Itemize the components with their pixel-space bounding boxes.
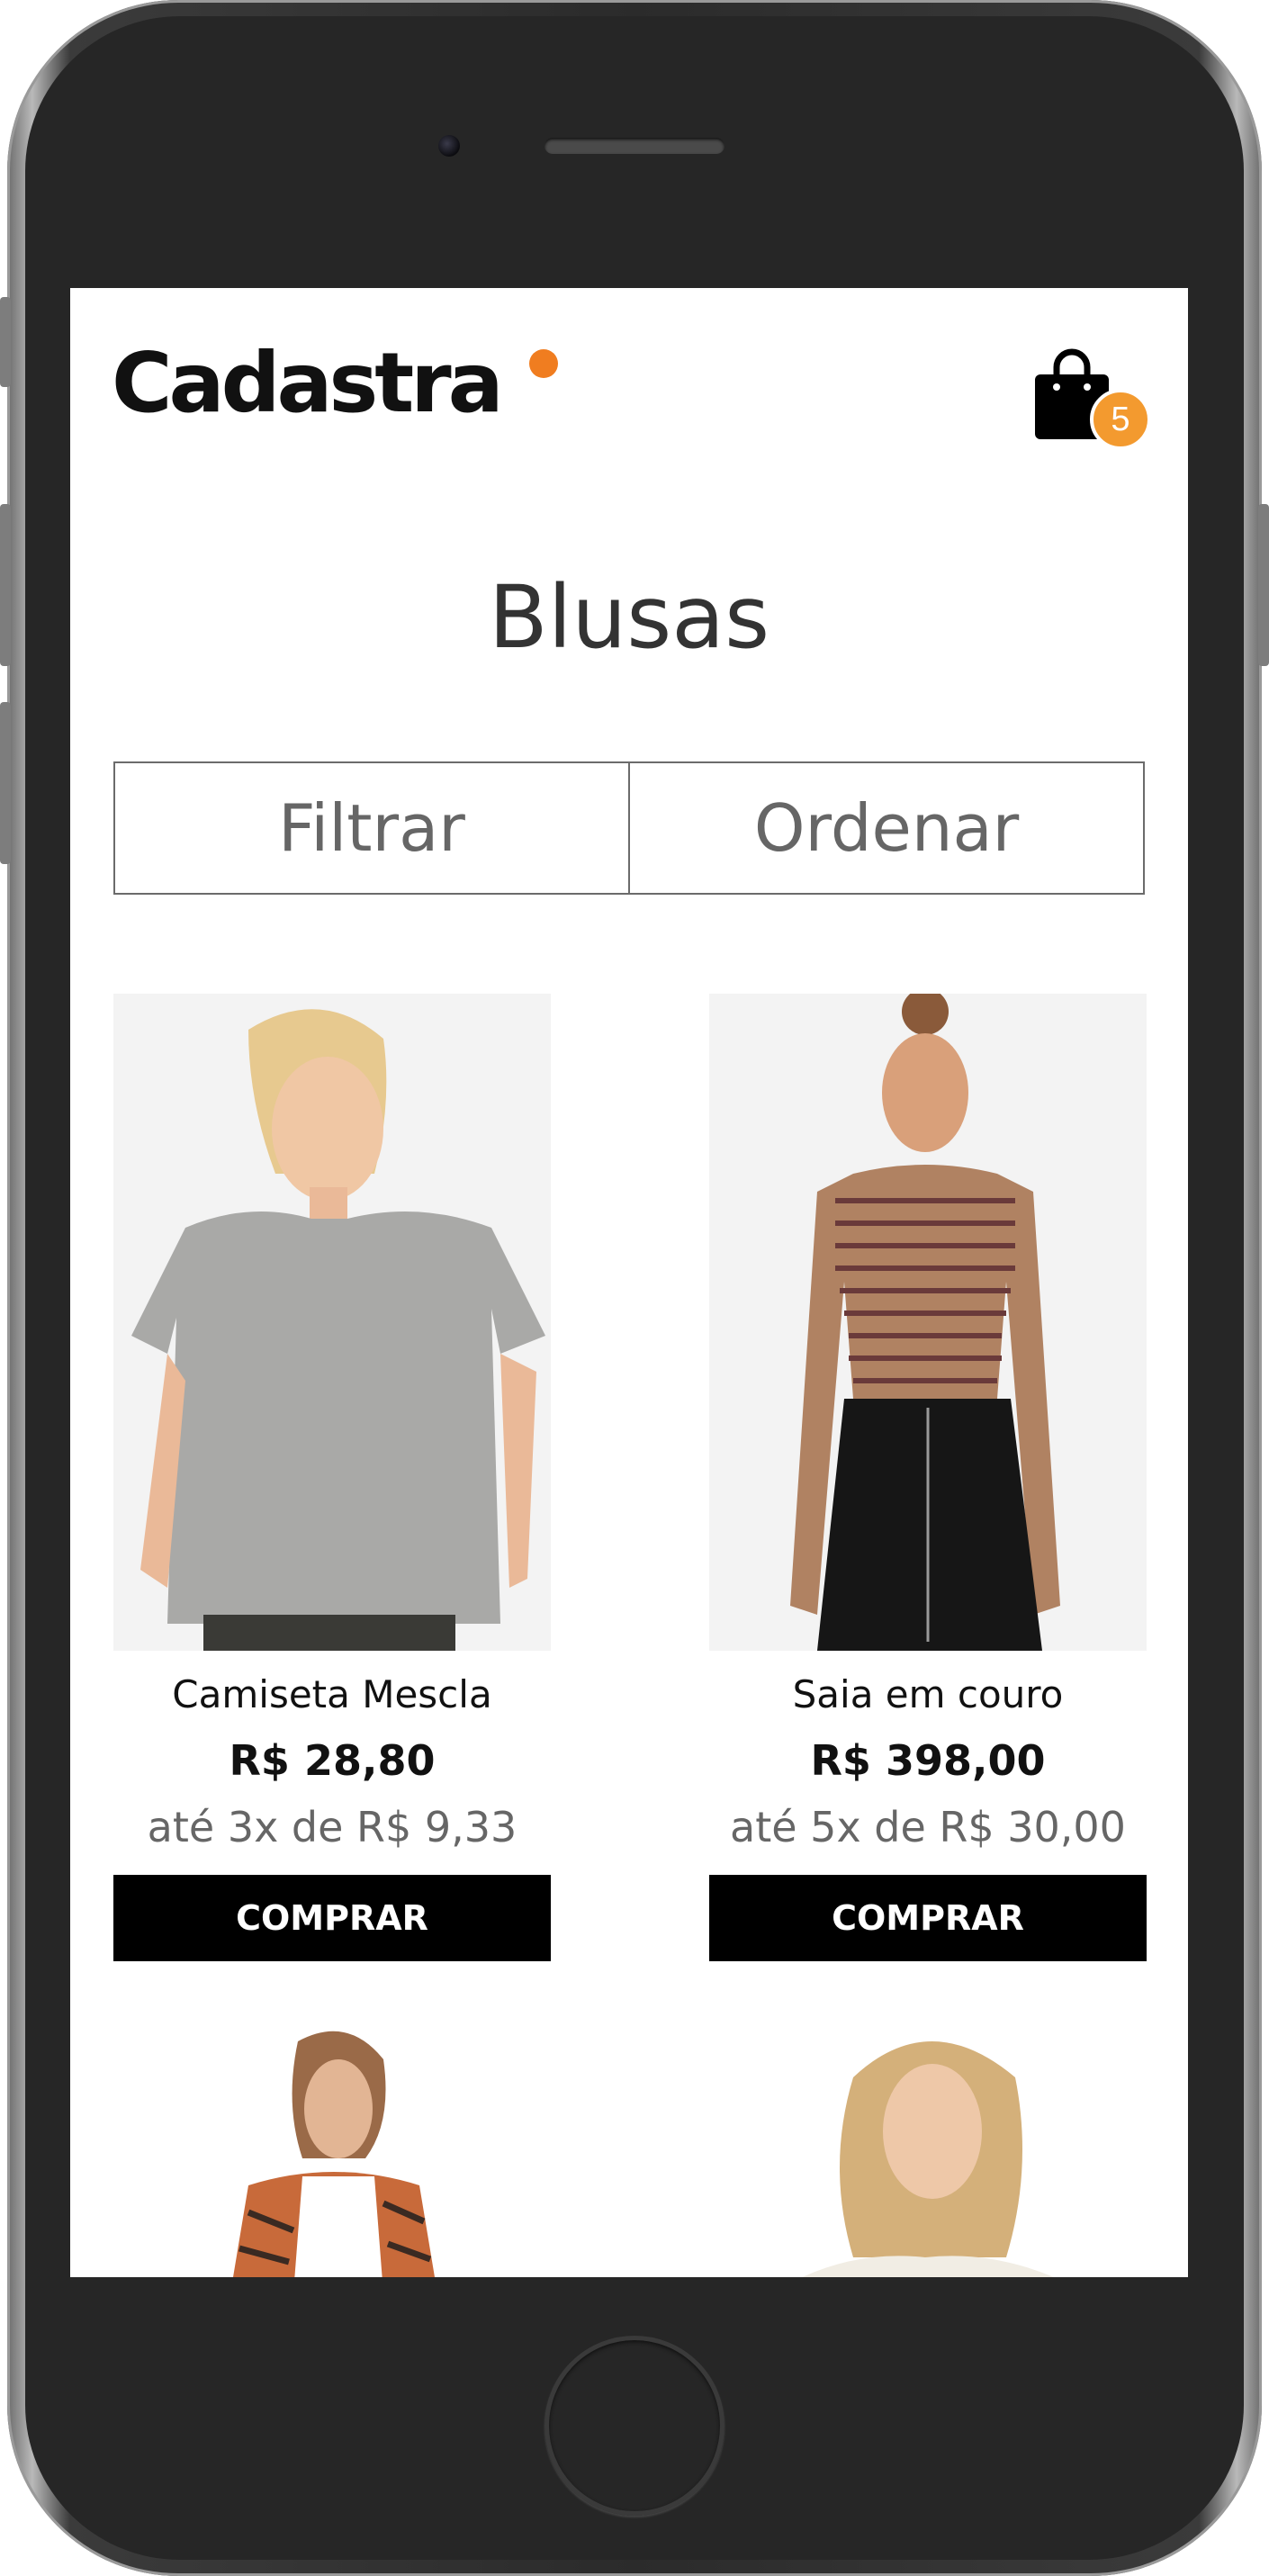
filter-sort-bar: Filtrar Ordenar <box>113 761 1145 895</box>
product-price: R$ 28,80 <box>229 1736 436 1785</box>
app-screen: Cadastra 5 Blusas Filtrar Ordenar Camise… <box>70 288 1188 2277</box>
earpiece-speaker <box>544 138 724 154</box>
filter-button[interactable]: Filtrar <box>115 763 628 893</box>
page-title: Blusas <box>488 567 770 668</box>
mute-switch <box>0 297 11 387</box>
product-name[interactable]: Saia em couro <box>709 1672 1147 1716</box>
product-installments: até 3x de R$ 9,33 <box>147 1803 518 1851</box>
product-image[interactable] <box>113 994 551 1651</box>
product-image[interactable] <box>113 2023 551 2277</box>
product-card: Camiseta Mescla R$ 28,80 até 3x de R$ 9,… <box>113 994 551 1961</box>
buy-button[interactable]: COMPRAR <box>709 1875 1147 1961</box>
home-button[interactable] <box>544 2336 724 2516</box>
buy-button[interactable]: COMPRAR <box>113 1875 551 1961</box>
volume-down-button <box>0 702 11 864</box>
product-name[interactable]: Camiseta Mescla <box>113 1672 551 1716</box>
sort-button[interactable]: Ordenar <box>628 763 1143 893</box>
product-installments: até 5x de R$ 30,00 <box>730 1803 1126 1851</box>
product-image[interactable] <box>709 994 1147 1651</box>
logo-dot <box>529 349 558 378</box>
product-price: R$ 398,00 <box>810 1736 1046 1785</box>
product-image[interactable] <box>709 2023 1147 2277</box>
product-card: Saia em couro R$ 398,00 até 5x de R$ 30,… <box>709 994 1147 1961</box>
power-button <box>1258 504 1269 666</box>
volume-up-button <box>0 504 11 666</box>
cart-count-badge: 5 <box>1090 389 1151 450</box>
brand-logo[interactable]: Cadastra <box>112 342 504 425</box>
front-camera <box>438 135 460 157</box>
